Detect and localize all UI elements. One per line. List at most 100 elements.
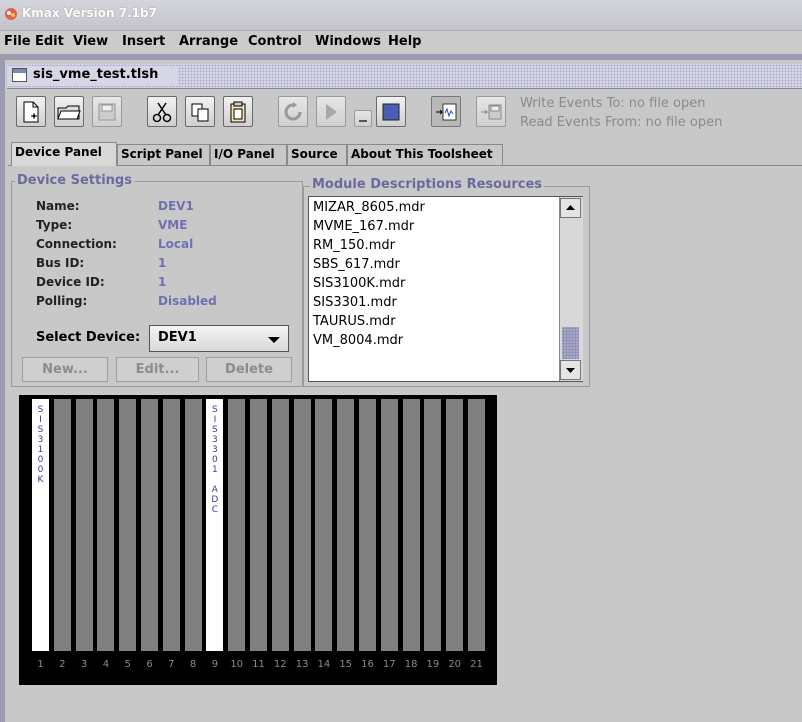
- chevron-up-icon: [566, 205, 575, 210]
- menu-control[interactable]: Control: [248, 34, 302, 49]
- list-item[interactable]: VM_8004.mdr: [313, 333, 403, 348]
- crate-slot-11[interactable]: [250, 399, 267, 651]
- scroll-up-button[interactable]: [560, 198, 581, 218]
- vme-crate: SIS3100K12345678SIS3301 A D C 9 10 11 12 13 14 15…: [19, 395, 497, 685]
- menu-windows[interactable]: Windows: [315, 34, 381, 49]
- crate-slot-20[interactable]: [446, 399, 464, 651]
- list-item[interactable]: MVME_167.mdr: [313, 219, 414, 234]
- menu-insert[interactable]: Insert: [122, 34, 165, 49]
- module-resources-list[interactable]: MIZAR_8605.mdr MVME_167.mdr RM_150.mdr S…: [308, 196, 583, 382]
- crate-slot-21[interactable]: [468, 399, 485, 651]
- document-title: sis_vme_test.tlsh: [33, 67, 159, 82]
- crate-slot-2[interactable]: [53, 399, 71, 651]
- type-value: VME: [158, 218, 188, 232]
- crate-slot-16[interactable]: [359, 399, 376, 651]
- name-value: DEV1: [158, 199, 194, 213]
- write-events-icon: [481, 104, 502, 119]
- crate-slot-9[interactable]: SIS3301 ADC: [206, 399, 224, 651]
- paste-button[interactable]: [223, 96, 253, 127]
- list-item[interactable]: SIS3100K.mdr: [313, 276, 405, 291]
- crate-slot-6[interactable]: [141, 399, 158, 651]
- bus-id-value: 1: [158, 256, 167, 270]
- slot-number: 19: [426, 659, 440, 670]
- select-device-label: Select Device:: [36, 330, 141, 345]
- slot-number: 14: [317, 659, 331, 670]
- module-label: SIS3301 ADC: [211, 405, 219, 515]
- slot-number: 3: [80, 659, 88, 670]
- crate-slot-12[interactable]: [271, 399, 289, 651]
- crate-slot-15[interactable]: [337, 399, 355, 651]
- crate-slot-1[interactable]: SIS3100K: [32, 399, 49, 651]
- frame-border-left: [0, 54, 5, 722]
- device-settings-title: Device Settings: [15, 173, 134, 188]
- paste-icon: [230, 101, 246, 122]
- connection-label: Connection:: [36, 237, 117, 251]
- pause-icon: [359, 119, 367, 122]
- tab-script-panel[interactable]: Script Panel: [117, 144, 210, 165]
- connection-value: Local: [158, 237, 194, 251]
- menu-view[interactable]: View: [73, 34, 108, 49]
- list-item[interactable]: MIZAR_8605.mdr: [313, 200, 425, 215]
- edit-device-button[interactable]: Edit...: [116, 357, 199, 382]
- tab-source[interactable]: Source: [287, 144, 347, 165]
- slot-number: 6: [146, 659, 153, 670]
- write-events-button[interactable]: [476, 96, 506, 127]
- slot-number: 18: [404, 659, 418, 670]
- new-device-button[interactable]: New...: [22, 357, 108, 382]
- menu-help[interactable]: Help: [388, 34, 421, 49]
- list-item[interactable]: SBS_617.mdr: [313, 257, 400, 272]
- tab-io-panel[interactable]: I/O Panel: [210, 144, 287, 165]
- crate-slot-4[interactable]: [97, 399, 115, 651]
- save-button[interactable]: [92, 96, 122, 127]
- select-device-dropdown[interactable]: DEV1: [149, 325, 289, 352]
- list-item[interactable]: RM_150.mdr: [313, 238, 395, 253]
- menu-file[interactable]: File: [4, 34, 31, 49]
- save-icon: [98, 103, 116, 120]
- crate-slot-13[interactable]: [293, 399, 311, 651]
- open-button[interactable]: [54, 96, 84, 127]
- copy-button[interactable]: [185, 96, 215, 127]
- slot-number: 16: [361, 659, 374, 670]
- write-events-status: Write Events To: no file open: [520, 96, 706, 111]
- slot-number: 2: [59, 659, 66, 670]
- slot-number: 5: [124, 659, 131, 670]
- crate-slot-8[interactable]: [184, 399, 202, 651]
- tab-about-toolsheet[interactable]: About This Toolsheet: [347, 144, 503, 165]
- refresh-button[interactable]: [278, 96, 308, 127]
- crate-slot-18[interactable]: [402, 399, 420, 651]
- read-events-button[interactable]: [431, 96, 461, 127]
- delete-device-button[interactable]: Delete: [206, 357, 292, 382]
- read-events-icon: [436, 103, 457, 120]
- crate-slot-19[interactable]: [424, 399, 442, 651]
- slot-number: 17: [382, 659, 396, 670]
- tab-device-panel[interactable]: Device Panel: [11, 142, 117, 166]
- type-label: Type:: [36, 218, 73, 232]
- slot-number: 20: [448, 659, 462, 670]
- slot-number: 10: [230, 659, 244, 670]
- module-label: SIS3100K: [37, 405, 44, 485]
- crate-slot-14[interactable]: [315, 399, 333, 651]
- crate-slot-5[interactable]: [119, 399, 137, 651]
- crate-slot-10[interactable]: [228, 399, 246, 651]
- menu-edit[interactable]: Edit: [35, 34, 64, 49]
- menu-arrange[interactable]: Arrange: [179, 34, 238, 49]
- cut-button[interactable]: [147, 96, 177, 127]
- document-window-icon: [12, 68, 27, 82]
- list-item[interactable]: SIS3301.mdr: [313, 295, 397, 310]
- scroll-down-button[interactable]: [560, 360, 581, 380]
- slot-number: 4: [102, 659, 110, 670]
- module-resources-title: Module Descriptions Resources: [310, 177, 544, 192]
- crate-slot-3[interactable]: [75, 399, 93, 651]
- play-button[interactable]: [316, 96, 346, 127]
- slot-number: 12: [273, 659, 287, 670]
- crate-slot-7[interactable]: [162, 399, 180, 651]
- new-button[interactable]: [16, 96, 46, 127]
- scrollbar-thumb[interactable]: [562, 327, 579, 359]
- stop-button[interactable]: [376, 96, 406, 127]
- frame-border-top: [0, 54, 802, 60]
- read-events-status: Read Events From: no file open: [520, 115, 723, 130]
- pause-button[interactable]: [354, 110, 372, 127]
- crate-slot-17[interactable]: [380, 399, 398, 651]
- slot-number: 9: [211, 659, 219, 670]
- list-item[interactable]: TAURUS.mdr: [313, 314, 396, 329]
